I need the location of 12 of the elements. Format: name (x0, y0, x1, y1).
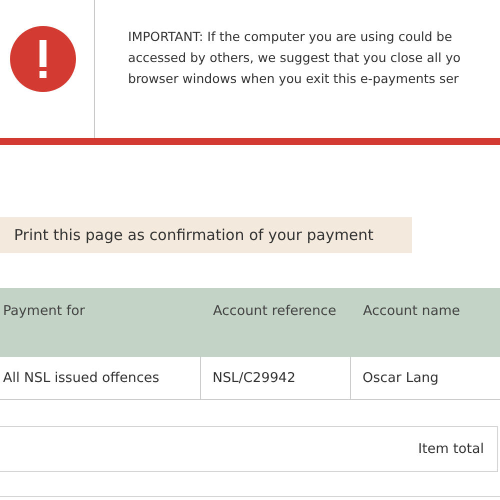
column-header: Account reference (200, 288, 350, 357)
warning-icon (10, 26, 76, 92)
print-confirmation-banner: Print this page as confirmation of your payment (0, 217, 412, 253)
column-header: Payment for (0, 288, 200, 357)
table-cell: NSL/C29942 (200, 357, 350, 400)
notice-text: IMPORTANT: If the computer you are using could be (128, 28, 454, 46)
table-cell: All NSL issued offences (0, 357, 200, 400)
table-cell: Oscar Lang (350, 357, 500, 400)
item-total-label: Item total (418, 441, 484, 457)
notice-text: accessed by others, we suggest that you close all yo (128, 49, 461, 67)
notice-text: browser windows when you exit this e-payments ser (128, 70, 460, 88)
column-header: Account name (350, 288, 500, 357)
